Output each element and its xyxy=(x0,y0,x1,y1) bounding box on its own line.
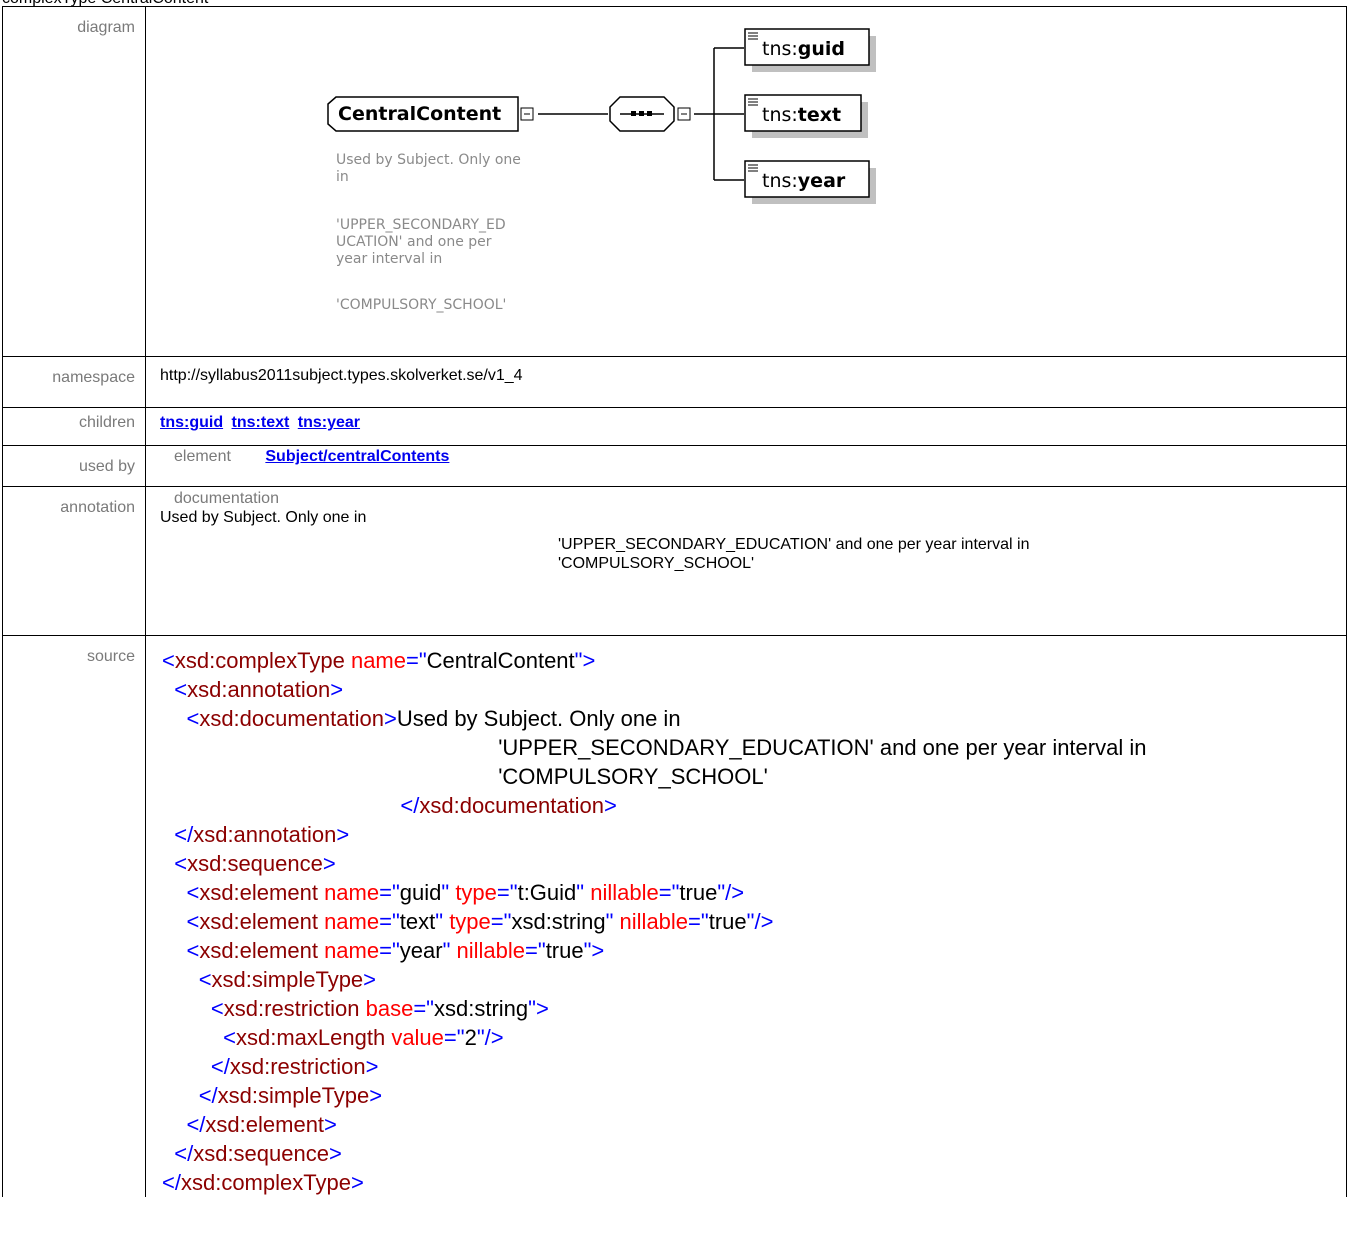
namespace-label: namespace xyxy=(2,356,146,408)
annotation-value: documentation Used by Subject. Only one … xyxy=(145,486,1347,636)
used-by-link[interactable]: Subject/centralContents xyxy=(265,448,449,465)
used-by-row: used by element Subject/centralContents xyxy=(2,445,1347,487)
child-link-text[interactable]: tns:text xyxy=(232,414,290,431)
diagram-label: diagram xyxy=(2,6,146,357)
annotation-line-1: Used by Subject. Only one in xyxy=(160,509,367,526)
svg-text:'UPPER_SECONDARY_ED: 'UPPER_SECONDARY_ED xyxy=(336,217,506,233)
svg-text:Used by Subject. Only one: Used by Subject. Only one xyxy=(336,152,521,168)
namespace-value: http://syllabus2011subject.types.skolver… xyxy=(145,356,1347,408)
annotation-label: annotation xyxy=(2,486,146,636)
svg-text:tns:year: tns:year xyxy=(762,170,846,192)
svg-text:tns:guid: tns:guid xyxy=(762,38,845,60)
source-row: source <xsd:complexType name="CentralCon… xyxy=(2,635,1347,1197)
child-node-year[interactable]: tns:year xyxy=(744,160,876,204)
root-type-node[interactable]: CentralContent xyxy=(327,96,519,132)
svg-text:tns:text: tns:text xyxy=(762,104,841,126)
schema-doc-table: diagram CentralContent Used by Subject. … xyxy=(2,6,1347,1197)
annotation-line-2: 'UPPER_SECONDARY_EDUCATION' and one per … xyxy=(558,536,1030,553)
schema-diagram: CentralContent Used by Subject. Only one… xyxy=(327,28,876,313)
svg-text:in: in xyxy=(336,169,349,185)
sequence-compositor-icon[interactable] xyxy=(609,96,675,132)
diagram-row: diagram CentralContent Used by Subject. … xyxy=(2,6,1347,357)
child-link-year[interactable]: tns:year xyxy=(298,414,360,431)
root-doc-text: Used by Subject. Only one in 'UPPER_SECO… xyxy=(336,152,521,313)
child-link-guid[interactable]: tns:guid xyxy=(160,414,223,431)
sequence-collapse-icon[interactable] xyxy=(677,107,691,121)
root-type-label: CentralContent xyxy=(338,103,501,125)
children-value: tns:guid tns:text tns:year xyxy=(145,407,1347,446)
used-by-value: element Subject/centralContents xyxy=(145,445,1347,487)
annotation-line-3: 'COMPULSORY_SCHOOL' xyxy=(558,555,755,572)
root-collapse-icon[interactable] xyxy=(520,107,534,121)
documentation-label: documentation xyxy=(174,490,279,507)
namespace-row: namespace http://syllabus2011subject.typ… xyxy=(2,356,1347,408)
source-label: source xyxy=(2,635,146,1197)
child-node-guid[interactable]: tns:guid xyxy=(744,28,876,72)
svg-text:'COMPULSORY_SCHOOL': 'COMPULSORY_SCHOOL' xyxy=(336,297,506,313)
source-code: <xsd:complexType name="CentralContent"> … xyxy=(145,635,1347,1197)
children-label: children xyxy=(2,407,146,446)
svg-text:year interval in: year interval in xyxy=(336,251,442,267)
annotation-row: annotation documentation Used by Subject… xyxy=(2,486,1347,636)
diagram-cell: CentralContent Used by Subject. Only one… xyxy=(145,6,1347,357)
child-node-text[interactable]: tns:text xyxy=(744,94,868,138)
children-row: children tns:guid tns:text tns:year xyxy=(2,407,1347,446)
used-by-label: used by xyxy=(2,445,146,487)
used-by-kind: element xyxy=(174,448,231,465)
svg-text:UCATION' and one per: UCATION' and one per xyxy=(336,234,492,250)
